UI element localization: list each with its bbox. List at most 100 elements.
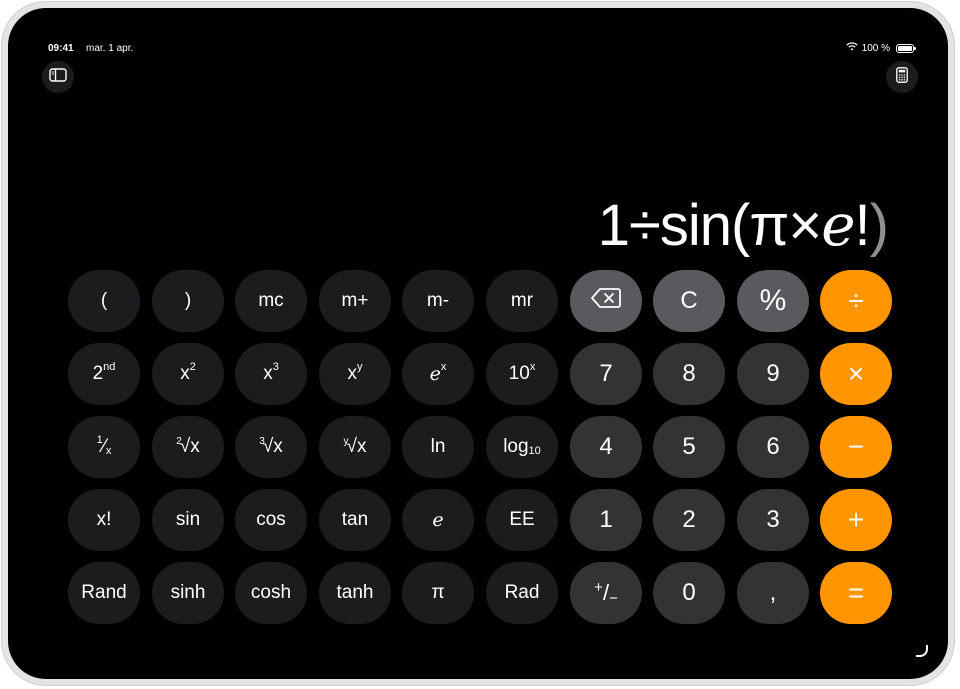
device-frame: 09:41 mar. 1 apr. 100 % 1÷sin(π×e!) () … xyxy=(2,2,954,685)
cos-button[interactable]: cos xyxy=(235,489,307,551)
close-paren-button[interactable]: ) xyxy=(152,270,224,332)
sinh-button[interactable]: sinh xyxy=(152,562,224,624)
ln-button[interactable]: ln xyxy=(402,416,474,478)
euler-e-button[interactable]: e xyxy=(402,489,474,551)
percent-button[interactable]: % xyxy=(737,270,809,332)
sin-button[interactable]: sin xyxy=(152,489,224,551)
battery-icon xyxy=(896,43,916,53)
calculator-icon xyxy=(896,66,908,88)
cosh-button[interactable]: cosh xyxy=(235,562,307,624)
key-label: 9 xyxy=(766,360,780,387)
key-label: − xyxy=(847,431,865,462)
key-label: mc xyxy=(258,290,284,311)
key-label: 2 xyxy=(92,363,104,384)
key-sup: x xyxy=(529,361,536,373)
exp-button[interactable]: ex xyxy=(402,343,474,405)
ten-power-button[interactable]: 10 x xyxy=(486,343,558,405)
key-label: 5 xyxy=(682,433,696,460)
key-label: 10 xyxy=(508,363,530,384)
key-label: 0 xyxy=(682,579,696,606)
key-label: ÷ xyxy=(848,285,864,316)
equals-button[interactable]: = xyxy=(820,562,892,624)
key-label: × xyxy=(847,358,865,389)
key-label: π xyxy=(431,582,445,603)
nth-root-button[interactable]: y √ x xyxy=(319,416,391,478)
key-sup: + xyxy=(594,578,603,596)
key-label: 8 xyxy=(682,360,696,387)
key-label: Rand xyxy=(81,582,127,603)
key-label: % xyxy=(759,284,787,317)
key-label: cos xyxy=(256,509,286,530)
square-button[interactable]: x2 xyxy=(152,343,224,405)
divide-button[interactable]: ÷ xyxy=(820,270,892,332)
ee-button[interactable]: EE xyxy=(486,489,558,551)
cube-button[interactable]: x3 xyxy=(235,343,307,405)
wifi-icon xyxy=(845,42,858,54)
digit-5-button[interactable]: 5 xyxy=(653,416,725,478)
digit-2-button[interactable]: 2 xyxy=(653,489,725,551)
cube-root-button[interactable]: 3 √ x xyxy=(235,416,307,478)
digit-9-button[interactable]: 9 xyxy=(737,343,809,405)
radians-toggle-button[interactable]: Rad xyxy=(486,562,558,624)
key-label: tan xyxy=(341,509,369,530)
multiply-button[interactable]: × xyxy=(820,343,892,405)
digit-0-button[interactable]: 0 xyxy=(653,562,725,624)
sidebar-icon xyxy=(49,67,67,87)
key-label: , xyxy=(769,579,777,606)
key-sub: − xyxy=(609,589,618,607)
expression-display: 1÷sin(π×e!) xyxy=(597,193,889,258)
tan-button[interactable]: tan xyxy=(319,489,391,551)
digit-4-button[interactable]: 4 xyxy=(570,416,642,478)
tanh-button[interactable]: tanh xyxy=(319,562,391,624)
power-button[interactable]: xy xyxy=(319,343,391,405)
reciprocal-button[interactable]: 1 ⁄ x xyxy=(68,416,140,478)
memory-add-button[interactable]: m+ xyxy=(319,270,391,332)
backspace-icon xyxy=(591,287,621,316)
random-button[interactable]: Rand xyxy=(68,562,140,624)
expression-close-paren: ) xyxy=(869,193,889,258)
second-function-button[interactable]: 2nd xyxy=(68,343,140,405)
key-label: e xyxy=(432,509,444,531)
pi-button[interactable]: π xyxy=(402,562,474,624)
factorial-button[interactable]: x! xyxy=(68,489,140,551)
digit-6-button[interactable]: 6 xyxy=(737,416,809,478)
square-root-button[interactable]: 2 √ x xyxy=(152,416,224,478)
digit-7-button[interactable]: 7 xyxy=(570,343,642,405)
memory-recall-button[interactable]: mr xyxy=(486,270,558,332)
key-label: m+ xyxy=(341,290,369,311)
key-label: x! xyxy=(96,509,112,530)
key-label: log xyxy=(503,436,529,457)
calculator-screen: 09:41 mar. 1 apr. 100 % 1÷sin(π×e!) () … xyxy=(8,8,948,679)
expression-main: 1÷sin(π× xyxy=(597,193,822,258)
subtract-button[interactable]: − xyxy=(820,416,892,478)
backspace-button[interactable] xyxy=(570,270,642,332)
expression-factorial: ! xyxy=(854,193,871,258)
key-sub: 10 xyxy=(528,445,541,457)
key-label: ) xyxy=(184,290,192,311)
key-root-index: 3 xyxy=(259,435,265,447)
digit-8-button[interactable]: 8 xyxy=(653,343,725,405)
clear-button[interactable]: C xyxy=(653,270,725,332)
battery-percent: 100 % xyxy=(861,42,890,54)
memory-clear-button[interactable]: mc xyxy=(235,270,307,332)
log10-button[interactable]: log 10 xyxy=(486,416,558,478)
key-label: x xyxy=(273,436,283,457)
sidebar-toggle-button[interactable] xyxy=(42,61,74,93)
digit-1-button[interactable]: 1 xyxy=(570,489,642,551)
calculator-mode-button[interactable] xyxy=(886,61,918,93)
memory-subtract-button[interactable]: m- xyxy=(402,270,474,332)
sign-toggle-button[interactable]: + / − xyxy=(570,562,642,624)
add-button[interactable]: + xyxy=(820,489,892,551)
status-date: mar. 1 apr. xyxy=(86,43,134,54)
key-label: x xyxy=(263,363,273,384)
digit-3-button[interactable]: 3 xyxy=(737,489,809,551)
decimal-comma-button[interactable]: , xyxy=(737,562,809,624)
key-sup: 2 xyxy=(189,361,196,373)
key-label: 2 xyxy=(682,506,696,533)
key-label: e xyxy=(429,363,441,385)
key-label: sin xyxy=(175,509,201,530)
key-label: EE xyxy=(509,509,535,530)
open-paren-button[interactable]: ( xyxy=(68,270,140,332)
window-resize-icon[interactable] xyxy=(916,645,928,657)
key-label: 6 xyxy=(766,433,780,460)
